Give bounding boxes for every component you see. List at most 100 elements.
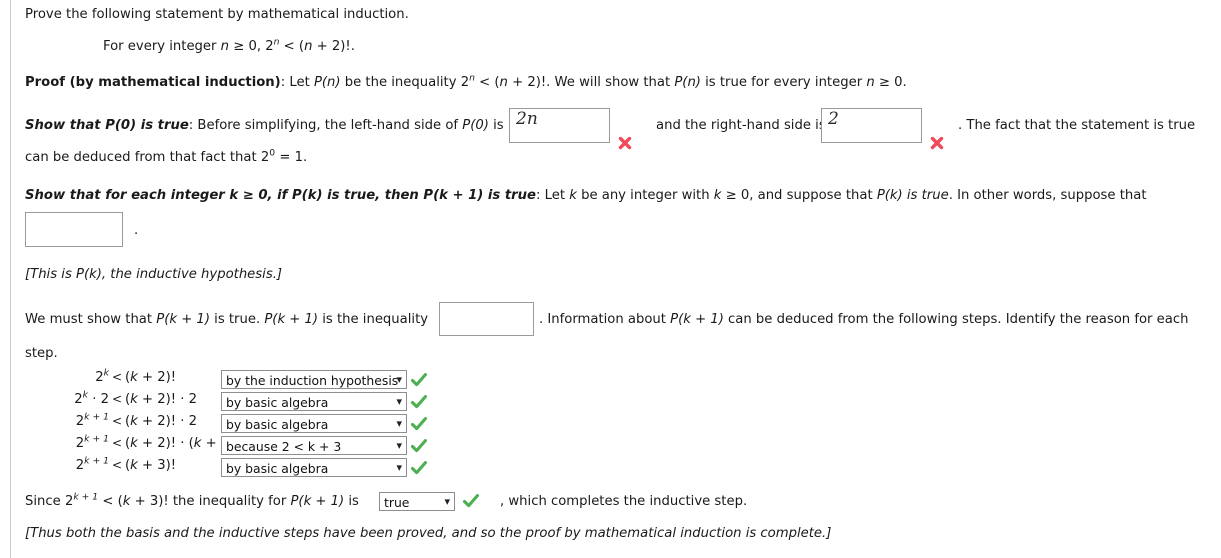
step-rhs: (k + 2)! · 2 <box>125 392 198 407</box>
inductive-t5: . In other words, suppose that <box>948 188 1147 203</box>
truth-value-selected: true <box>384 495 410 510</box>
must-show-t3: is the inequality <box>318 312 429 327</box>
conclusion-t1: Since 2 <box>25 494 74 509</box>
step-correct-check-icon <box>410 415 428 433</box>
basis-step-line: Show that P(0) is true: Before simplifyi… <box>25 118 504 133</box>
step-reason-dropdown[interactable]: by basic algebra ▾ <box>221 414 407 433</box>
step-operator: < <box>111 370 123 384</box>
step-reason-selected: by the induction hypothesis <box>226 373 399 388</box>
proof-t5: is true for every integer <box>700 75 867 90</box>
inductive-pk: P(k) <box>876 188 903 203</box>
chevron-down-icon: ▾ <box>396 417 402 430</box>
proof-pn: P(n) <box>313 75 341 90</box>
lhs-answer-input[interactable]: 2n <box>509 108 610 143</box>
proof-t3: < ( <box>474 75 500 90</box>
must-show-t1: We must show that <box>25 312 157 327</box>
statement-mid: ≥ 0, 2 <box>229 39 274 54</box>
step-expression: 2k < (k + 2)! <box>25 367 177 385</box>
step-expression: 2k + 1 < (k + 3)! <box>25 455 176 473</box>
basis-p0: P(0) <box>462 118 489 133</box>
proof-header-line: Proof (by mathematical induction): Let P… <box>25 73 907 90</box>
truth-value-correct-check-icon <box>462 492 480 510</box>
step-reason-dropdown[interactable]: because 2 < k + 3 ▾ <box>221 436 407 455</box>
chevron-down-icon: ▾ <box>396 373 402 386</box>
truth-value-dropdown[interactable]: true ▾ <box>379 492 455 511</box>
step-reason-dropdown[interactable]: by basic algebra ▾ <box>221 392 407 411</box>
inductive-hypothesis-input[interactable] <box>25 212 123 247</box>
rhs-prefix-label: and the right-hand side is <box>656 118 826 133</box>
conclusion-t2: < ( <box>98 494 123 509</box>
inductive-note-label: [This is P(k), the inductive hypothesis.… <box>25 267 283 282</box>
step-operator: < <box>111 436 123 450</box>
proof-t6: ≥ 0. <box>874 75 907 90</box>
step-operator: < <box>111 458 123 472</box>
must-show-pk1a: P(k + 1) <box>156 312 210 327</box>
inductive-step-line: Show that for each integer k ≥ 0, if P(k… <box>25 188 1147 203</box>
chevron-down-icon: ▾ <box>444 495 450 508</box>
step-reason-selected: by basic algebra <box>226 461 329 476</box>
inductive-hypothesis-period: . <box>134 223 138 238</box>
basis-line2-post: = 1. <box>275 150 308 165</box>
step-reason-selected: because 2 < k + 3 <box>226 439 342 454</box>
conclusion-exponent: k + 1 <box>73 491 99 503</box>
step-expression: 2k · 2 < (k + 2)! · 2 <box>25 389 198 407</box>
inductive-t1: : Let <box>536 188 570 203</box>
chevron-down-icon: ▾ <box>396 439 402 452</box>
step-reason-selected: by basic algebra <box>226 417 329 432</box>
must-show-pk1b: P(k + 1) <box>264 312 319 327</box>
must-show-line: We must show that P(k + 1) is true. P(k … <box>25 312 428 327</box>
proof-pn2: P(n) <box>674 75 701 90</box>
step-lhs: 2k <box>95 367 109 385</box>
basis-label: Show that P(0) is true <box>25 118 189 133</box>
step-operator: < <box>111 392 123 406</box>
statement-var-n: n <box>220 39 230 54</box>
step-lhs: 2k + 1 <box>75 433 109 451</box>
final-note-label: [Thus both the basis and the inductive s… <box>25 526 832 541</box>
chevron-down-icon: ▾ <box>396 461 402 474</box>
induction-proof-worksheet: Prove the following statement by mathema… <box>0 0 1221 558</box>
inductive-t2: be any integer with <box>576 188 714 203</box>
statement-text: For every integer n ≥ 0, 2n < (n + 2)!. <box>103 37 355 54</box>
final-note-line: [Thus both the basis and the inductive s… <box>25 526 831 541</box>
instruction-text: Prove the following statement by mathema… <box>25 7 409 22</box>
basis-t1: : Before simplifying, the left-hand side… <box>188 118 463 133</box>
inductive-period-label: . <box>134 223 139 238</box>
statement-post: < ( <box>279 39 305 54</box>
step-reason-dropdown[interactable]: by basic algebra ▾ <box>221 458 407 477</box>
step-expression: 2k + 1 < (k + 2)! · (k + 3) <box>25 433 235 451</box>
proof-n2: n <box>499 75 508 90</box>
step-reason-dropdown[interactable]: by the induction hypothesis ▾ <box>221 370 407 389</box>
step-rhs: (k + 2)! · 2 <box>125 414 198 429</box>
must-show-step-label: step. <box>25 346 58 361</box>
basis-line2-pre: can be deduced from that fact that 2 <box>25 150 270 165</box>
rhs-answer-input[interactable]: 2 <box>821 108 922 143</box>
statement-pre: For every integer <box>103 39 221 54</box>
proof-t1: : Let <box>280 75 314 90</box>
step-lhs: 2k · 2 <box>74 389 109 407</box>
statement-end: + 2)!. <box>312 39 355 54</box>
step-correct-check-icon <box>410 371 428 389</box>
step-correct-check-icon <box>410 393 428 411</box>
instruction-label: Prove the following statement by mathema… <box>25 7 409 22</box>
must-show-t5: can be deduced from the following steps.… <box>723 312 1189 327</box>
pk1-inequality-input[interactable] <box>439 302 534 336</box>
step-lhs: 2k + 1 <box>75 455 109 473</box>
conclusion-tail-label: , which completes the inductive step. <box>500 494 748 509</box>
conclusion-t4: is <box>344 494 359 509</box>
conclusion-line: Since 2k + 1 < (k + 3)! the inequality f… <box>25 491 359 509</box>
must-show-step-word: step. <box>25 346 58 361</box>
basis-second-line: can be deduced from that fact that 20 = … <box>25 148 308 165</box>
proof-t4: + 2)!. We will show that <box>507 75 675 90</box>
lhs-answer-value: 2n <box>516 109 538 129</box>
conclusion-t3: + 3)! the inequality for <box>130 494 291 509</box>
step-rhs: (k + 2)! <box>125 370 177 385</box>
must-show-tail-line: . Information about P(k + 1) can be dedu… <box>539 312 1188 327</box>
proof-n3: n <box>866 75 875 90</box>
must-show-pk1c: P(k + 1) <box>670 312 724 327</box>
inductive-t3: ≥ 0, and suppose that <box>721 188 877 203</box>
rhs-answer-value: 2 <box>828 109 839 129</box>
step-operator: < <box>111 414 123 428</box>
step-correct-check-icon <box>410 459 428 477</box>
rhs-prefix-text: and the right-hand side is <box>656 118 826 133</box>
inductive-t4: is true <box>902 188 949 203</box>
